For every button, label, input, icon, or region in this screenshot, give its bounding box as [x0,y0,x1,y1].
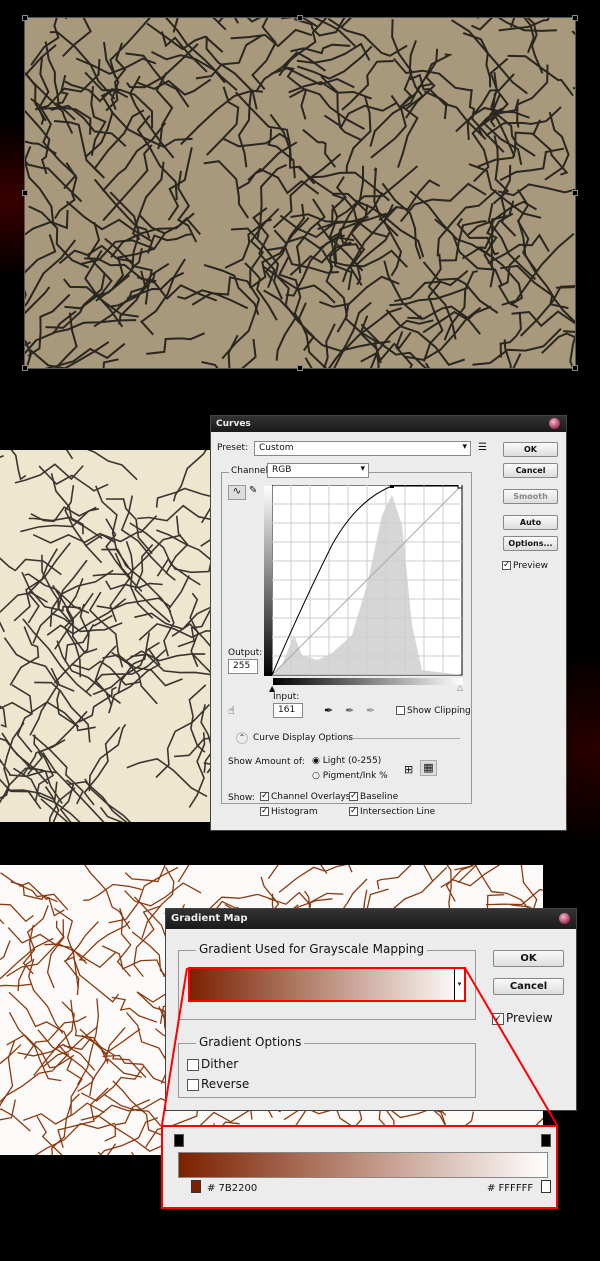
gradient-preview-bar [178,1152,548,1178]
callout-lines [161,967,558,1126]
gradient-editor-zoom: # 7B2200 # FFFFFF [161,1125,558,1209]
start-color-label: # 7B2200 [207,1183,258,1194]
color-stop-left[interactable] [191,1180,201,1193]
end-color-label: # FFFFFF [487,1183,534,1194]
opacity-stop-right[interactable] [541,1134,551,1147]
color-stop-right[interactable] [541,1180,551,1193]
opacity-stop-left[interactable] [174,1134,184,1147]
